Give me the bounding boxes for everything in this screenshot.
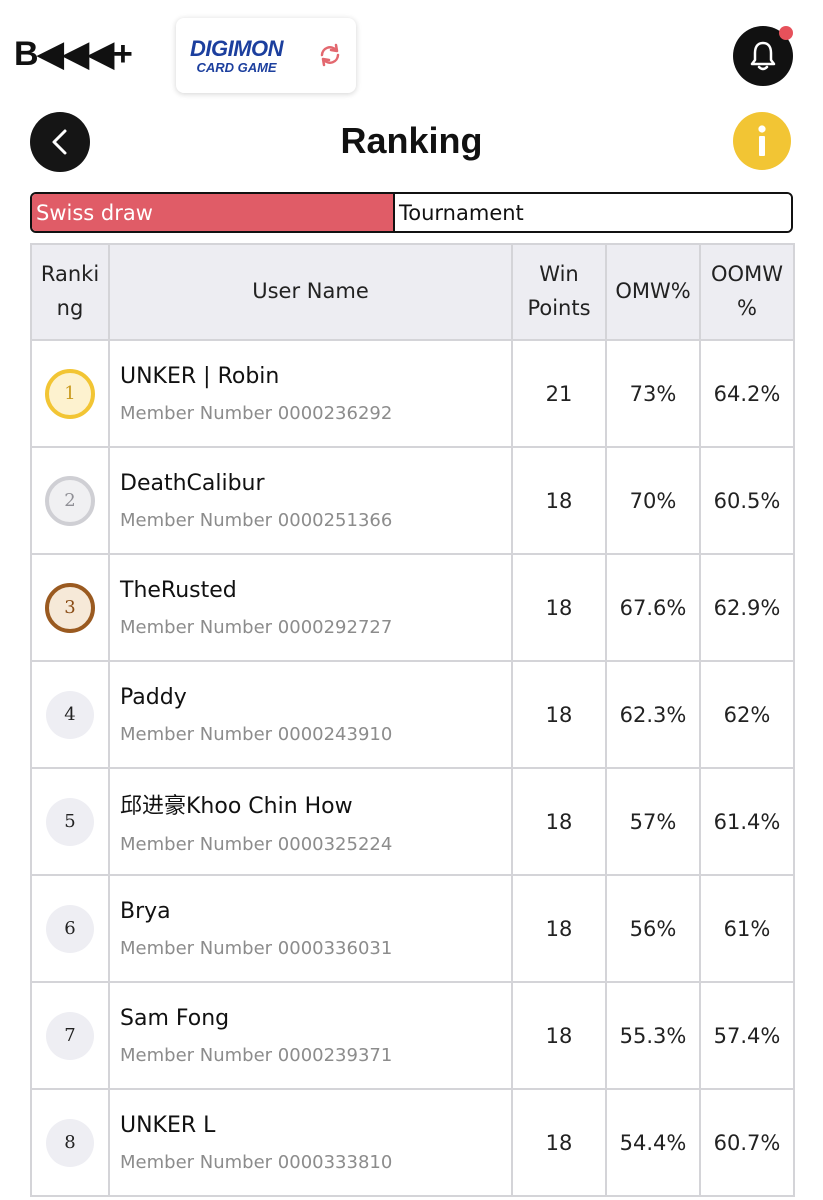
user-name: Paddy — [120, 684, 187, 710]
win-points: 18 — [511, 981, 607, 1090]
bronze-medal-icon: 3 — [45, 582, 95, 633]
table-row[interactable]: 5 邱进豪Khoo Chin How Member Number 00003252… — [30, 767, 795, 876]
omw-value: 57% — [605, 767, 701, 876]
oomw-value: 62% — [699, 660, 795, 769]
table-row[interactable]: 3 TheRusted Member Number 0000292727 18 6… — [30, 553, 795, 662]
refresh-icon — [320, 43, 340, 67]
game-logo-line1: DIGIMON — [190, 35, 284, 61]
omw-value: 56% — [605, 874, 701, 983]
member-number: Member Number 0000333810 — [120, 1151, 393, 1173]
table-row[interactable]: 8 UNKER L Member Number 0000333810 18 54.… — [30, 1088, 795, 1197]
user-name: UNKER L — [120, 1112, 216, 1138]
user-name: 邱进豪Khoo Chin How — [120, 794, 353, 819]
digimon-logo: DIGIMON CARD GAME — [190, 35, 284, 75]
rank-badge: 6 — [46, 904, 94, 953]
omw-value: 55.3% — [605, 981, 701, 1090]
oomw-value: 64.2% — [699, 339, 795, 448]
header-oomw: OOMW% — [699, 243, 795, 341]
rank-badge: 8 — [46, 1118, 94, 1167]
oomw-value: 60.5% — [699, 446, 795, 555]
info-icon — [758, 125, 766, 156]
rank-badge: 4 — [46, 690, 94, 739]
header-rank: Ranki ng — [30, 243, 110, 341]
win-points: 18 — [511, 553, 607, 662]
header-win-points: Win Points — [511, 243, 607, 341]
bell-icon — [750, 41, 776, 71]
member-number: Member Number 0000239371 — [120, 1044, 393, 1066]
table-row[interactable]: 2 DeathCalibur Member Number 0000251366 1… — [30, 446, 795, 555]
ranking-tabs: Swiss draw Tournament — [30, 192, 793, 233]
table-header-row: Ranki ng User Name Win Points OMW% OOMW% — [30, 243, 795, 341]
user-name: Brya — [120, 898, 171, 924]
member-number: Member Number 0000325224 — [120, 834, 393, 855]
oomw-value: 60.7% — [699, 1088, 795, 1197]
oomw-value: 61% — [699, 874, 795, 983]
ranking-table: Ranki ng User Name Win Points OMW% OOMW% 1… — [30, 243, 795, 1197]
member-number: Member Number 0000336031 — [120, 937, 393, 959]
oomw-value: 57.4% — [699, 981, 795, 1090]
game-logo-line2: CARD GAME — [196, 59, 277, 75]
table-row[interactable]: 1 UNKER | Robin Member Number 0000236292 … — [30, 339, 795, 448]
gold-medal-icon: 1 — [45, 368, 95, 419]
user-name: UNKER | Robin — [120, 363, 280, 389]
rank-badge: 5 — [46, 797, 94, 846]
info-button[interactable] — [733, 112, 791, 170]
silver-medal-icon: 2 — [45, 475, 95, 526]
header-omw: OMW% — [605, 243, 701, 341]
page-title: Ranking — [340, 120, 483, 161]
notification-badge — [779, 26, 793, 40]
win-points: 18 — [511, 1088, 607, 1197]
win-points: 18 — [511, 660, 607, 769]
table-row[interactable]: 6 Brya Member Number 0000336031 18 56% 61… — [30, 874, 795, 983]
user-name: TheRusted — [120, 577, 237, 603]
omw-value: 70% — [605, 446, 701, 555]
user-name: Sam Fong — [120, 1005, 230, 1031]
header-user-name: User Name — [108, 243, 513, 341]
win-points: 21 — [511, 339, 607, 448]
game-selector[interactable]: DIGIMON CARD GAME — [176, 18, 356, 93]
win-points: 18 — [511, 874, 607, 983]
table-row[interactable]: 4 Paddy Member Number 0000243910 18 62.3%… — [30, 660, 795, 769]
oomw-value: 61.4% — [699, 767, 795, 876]
app-logo: B◀◀◀+ — [14, 35, 133, 73]
omw-value: 67.6% — [605, 553, 701, 662]
win-points: 18 — [511, 767, 607, 876]
member-number: Member Number 0000292727 — [120, 616, 393, 638]
tab-tournament[interactable]: Tournament — [395, 194, 791, 231]
rank-badge: 7 — [46, 1011, 94, 1060]
user-name: DeathCalibur — [120, 470, 265, 496]
omw-value: 73% — [605, 339, 701, 448]
omw-value: 62.3% — [605, 660, 701, 769]
member-number: Member Number 0000243910 — [120, 723, 393, 745]
member-number: Member Number 0000251366 — [120, 509, 393, 531]
tab-swiss-draw[interactable]: Swiss draw — [32, 194, 395, 231]
oomw-value: 62.9% — [699, 553, 795, 662]
win-points: 18 — [511, 446, 607, 555]
omw-value: 54.4% — [605, 1088, 701, 1197]
member-number: Member Number 0000236292 — [120, 402, 393, 424]
table-row[interactable]: 7 Sam Fong Member Number 0000239371 18 55… — [30, 981, 795, 1090]
